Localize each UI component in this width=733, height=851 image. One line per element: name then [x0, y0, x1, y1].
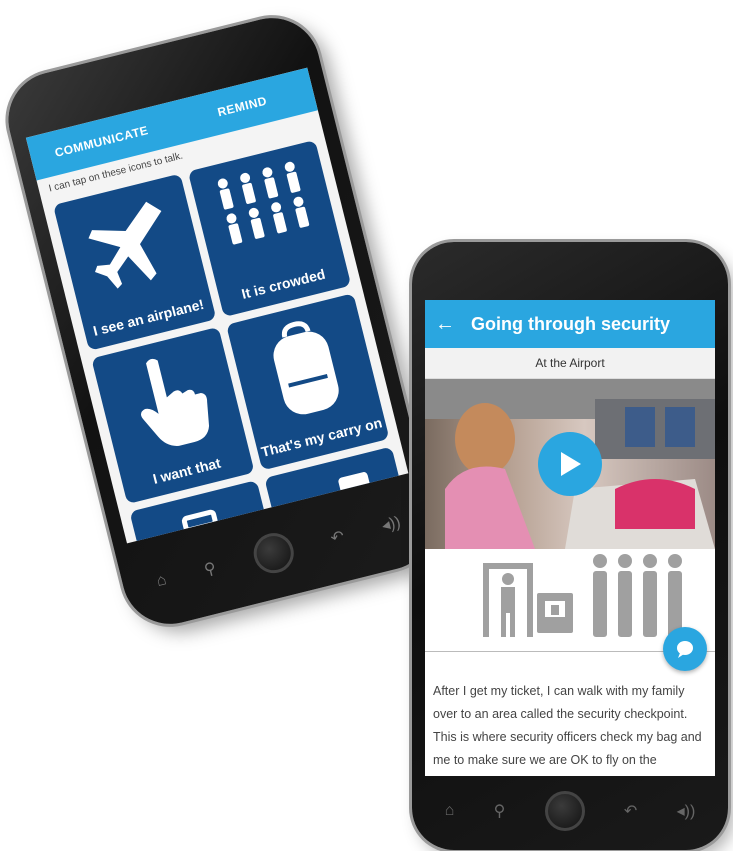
page-subtitle: At the Airport	[425, 348, 715, 379]
tile-want-that[interactable]: I want that	[91, 326, 255, 505]
crowd-icon	[217, 161, 309, 245]
back-icon[interactable]: ↶	[328, 526, 346, 549]
phone-communicate: COMMUNICATE REMIND I can tap on these ic…	[0, 7, 444, 635]
home-button[interactable]	[249, 528, 298, 578]
search-icon[interactable]: ⚲	[494, 801, 506, 821]
story-text: After I get my ticket, I can walk with m…	[433, 684, 702, 767]
backpack-icon	[273, 321, 339, 415]
chat-button[interactable]	[663, 627, 707, 671]
home-icon[interactable]: ⌂	[155, 571, 169, 591]
volume-icon[interactable]: ◂))	[677, 801, 696, 821]
communicate-screen: COMMUNICATE REMIND I can tap on these ic…	[25, 67, 409, 544]
chat-bubble-icon	[677, 641, 693, 658]
airplane-icon	[87, 201, 161, 289]
tile-crowded[interactable]: It is crowded	[187, 139, 352, 318]
nav-bar: ⌂ ⚲ ↶ ◂))	[425, 776, 715, 846]
video-thumbnail[interactable]	[425, 379, 715, 549]
pointing-hand-icon	[140, 358, 209, 447]
security-illustration	[425, 549, 715, 671]
volume-icon[interactable]: ◂))	[380, 512, 403, 536]
search-icon[interactable]: ⚲	[202, 558, 218, 580]
back-icon[interactable]: ↶	[624, 801, 637, 821]
home-button[interactable]	[544, 791, 585, 831]
play-button[interactable]	[538, 432, 602, 496]
tile-carry-on[interactable]: That's my carry on	[226, 293, 390, 471]
page-title: Going through security	[471, 313, 671, 334]
home-icon[interactable]: ⌂	[445, 802, 455, 820]
app-bar: ← Going through security	[425, 300, 715, 348]
story-screen: ← Going through security At the Airport	[425, 300, 715, 776]
back-arrow-icon[interactable]: ←	[425, 313, 465, 336]
tile-airplane[interactable]: I see an airplane!	[52, 173, 217, 351]
phone-story: ← Going through security At the Airport	[412, 242, 728, 850]
play-icon	[561, 452, 581, 476]
